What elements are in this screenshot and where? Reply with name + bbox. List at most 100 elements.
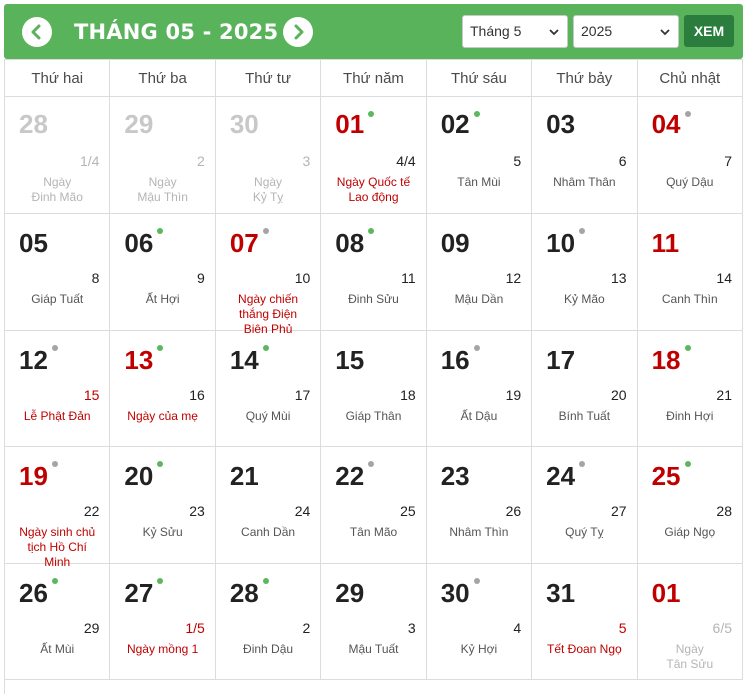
can-chi-label: Quý Tỵ [565,525,604,539]
day-number: 02 [440,109,470,139]
can-chi-label: Giáp Thân [345,409,402,423]
lunar-day: 2 [302,620,311,636]
day-cell[interactable]: 29 3 Mậu Tuất [321,564,427,680]
event-label: Ngày của mẹ [127,409,198,423]
calendar-grid: Thứ hai Thứ ba Thứ tư Thứ năm Thứ sáu Th… [4,59,743,694]
day-cell[interactable]: 26 29 Ất Mùi [5,564,111,680]
day-cell[interactable]: 08 11 Đinh Sửu [321,214,427,331]
can-chi-label: Kỷ Sửu [142,525,183,539]
day-number: 24 [546,461,576,491]
lunar-day: 7 [724,153,732,169]
neutral-day-dot-icon [579,461,586,467]
day-cell[interactable]: 13 16 Ngày của mẹ [110,331,216,447]
lunar-day: 9 [197,270,205,286]
day-cell[interactable]: 01 6/5 Ngày Tân Sửu [637,564,743,680]
can-chi-label: Tân Mão [349,525,398,539]
day-number: 18 [651,345,681,375]
day-number: 01 [335,109,365,139]
neutral-day-dot-icon [52,461,58,467]
weekday-header: Thứ hai [5,60,111,97]
day-cell[interactable]: 11 14 Canh Thìn [637,214,743,331]
day-cell[interactable]: 28 1/4 Ngày Đinh Mão [5,97,111,214]
day-cell[interactable]: 15 18 Giáp Thân [321,331,427,447]
day-cell[interactable]: 28 2 Đinh Dậu [215,564,322,680]
day-cell[interactable]: 27 1/5 Ngày mồng 1 [110,564,216,680]
lunar-day: 20 [610,387,627,403]
day-cell[interactable]: 01 4/4 Ngày Quốc tế Lao động [321,97,427,214]
weekday-header: Thứ năm [321,60,427,97]
good-day-dot-icon [157,461,164,467]
day-cell[interactable]: 17 20 Bính Tuất [532,331,638,447]
lunar-day: 3 [302,153,311,169]
year-select[interactable]: 2025 [573,15,679,48]
month-select-value: Tháng 5 [470,23,522,39]
day-cell[interactable]: 22 25 Tân Mão [321,447,427,564]
neutral-day-dot-icon [52,345,58,351]
good-day-dot-icon [157,345,164,351]
day-cell[interactable]: 24 27 Quý Tỵ [532,447,638,564]
day-cell[interactable]: 21 24 Canh Dần [215,447,322,564]
lunar-day: 2 [197,153,205,169]
day-cell[interactable]: 12 15 Lễ Phật Đản [5,331,111,447]
day-cell[interactable]: 09 12 Mậu Dần [426,214,533,331]
lunar-day: 8 [91,270,100,286]
weekday-header: Thứ sáu [426,60,533,97]
day-cell[interactable]: 23 26 Nhâm Thìn [426,447,533,564]
event-label: Tết Đoan Ngọ [546,642,622,656]
day-cell[interactable]: 18 21 Đinh Hợi [637,331,743,447]
day-cell[interactable]: 02 5 Tân Mùi [426,97,533,214]
lunar-day: 15 [83,387,100,403]
neutral-day-dot-icon [473,578,480,584]
can-chi-label: Ngày Kỷ Tỵ [252,175,284,204]
day-cell[interactable]: 20 23 Kỷ Sửu [110,447,216,564]
day-number: 03 [546,109,576,139]
page-title: THÁNG 05 - 2025 [74,20,279,44]
can-chi-label: Mậu Tuất [348,642,399,656]
day-number: 07 [229,228,259,258]
lunar-day: 22 [83,503,100,519]
lunar-day: 29 [83,620,100,636]
good-day-dot-icon [52,578,58,584]
day-cell[interactable]: 06 9 Ất Hợi [110,214,216,331]
day-cell[interactable]: 10 13 Kỷ Mão [532,214,638,331]
good-day-dot-icon [262,345,269,351]
weekday-header: Thứ ba [110,60,216,97]
day-number: 21 [229,461,259,491]
lunar-day: 18 [400,387,416,403]
day-cell[interactable]: 03 6 Nhâm Thân [532,97,638,214]
day-number: 31 [546,578,576,608]
day-cell[interactable]: 07 10 Ngày chiến thắng Điện Biên Phủ [215,214,322,336]
chevron-down-icon [660,29,670,36]
month-select[interactable]: Tháng 5 [462,15,568,48]
day-number: 11 [651,228,680,258]
day-number: 28 [19,109,48,139]
lunar-day: 10 [294,270,311,286]
lunar-day: 4 [513,620,522,636]
day-number: 22 [335,461,365,491]
can-chi-label: Đinh Hợi [666,409,714,423]
day-cell[interactable]: 04 7 Quý Dậu [637,97,743,214]
day-cell[interactable]: 16 19 Ất Dậu [426,331,533,447]
weekday-header: Chủ nhật [637,60,743,97]
lunar-day: 24 [294,503,311,519]
day-cell[interactable]: 31 5 Tết Đoan Ngọ [532,564,638,680]
day-cell[interactable]: 19 22 Ngày sinh chủ tịch Hồ Chí Minh [5,447,111,569]
day-cell[interactable]: 29 2 Ngày Mậu Thìn [110,97,216,214]
day-cell[interactable]: 14 17 Quý Mùi [215,331,322,447]
view-button[interactable]: XEM [684,15,734,47]
lunar-day: 25 [400,503,416,519]
day-number: 05 [19,228,48,258]
lunar-day: 27 [610,503,627,519]
day-number: 04 [651,109,681,139]
day-cell[interactable]: 30 4 Kỷ Hợi [426,564,533,680]
calendar-header: THÁNG 05 - 2025 Tháng 5 2025 XEM [4,4,743,59]
day-cell[interactable]: 05 8 Giáp Tuất [5,214,111,331]
can-chi-label: Ất Dậu [460,409,498,423]
can-chi-label: Quý Dậu [666,175,714,189]
day-cell[interactable]: 30 3 Ngày Kỷ Tỵ [215,97,322,214]
can-chi-label: Giáp Tuất [31,292,84,306]
day-cell[interactable]: 25 28 Giáp Ngọ [637,447,743,564]
can-chi-label: Kỷ Mão [564,292,605,306]
next-month-button[interactable] [283,17,313,47]
prev-month-button[interactable] [22,17,52,47]
